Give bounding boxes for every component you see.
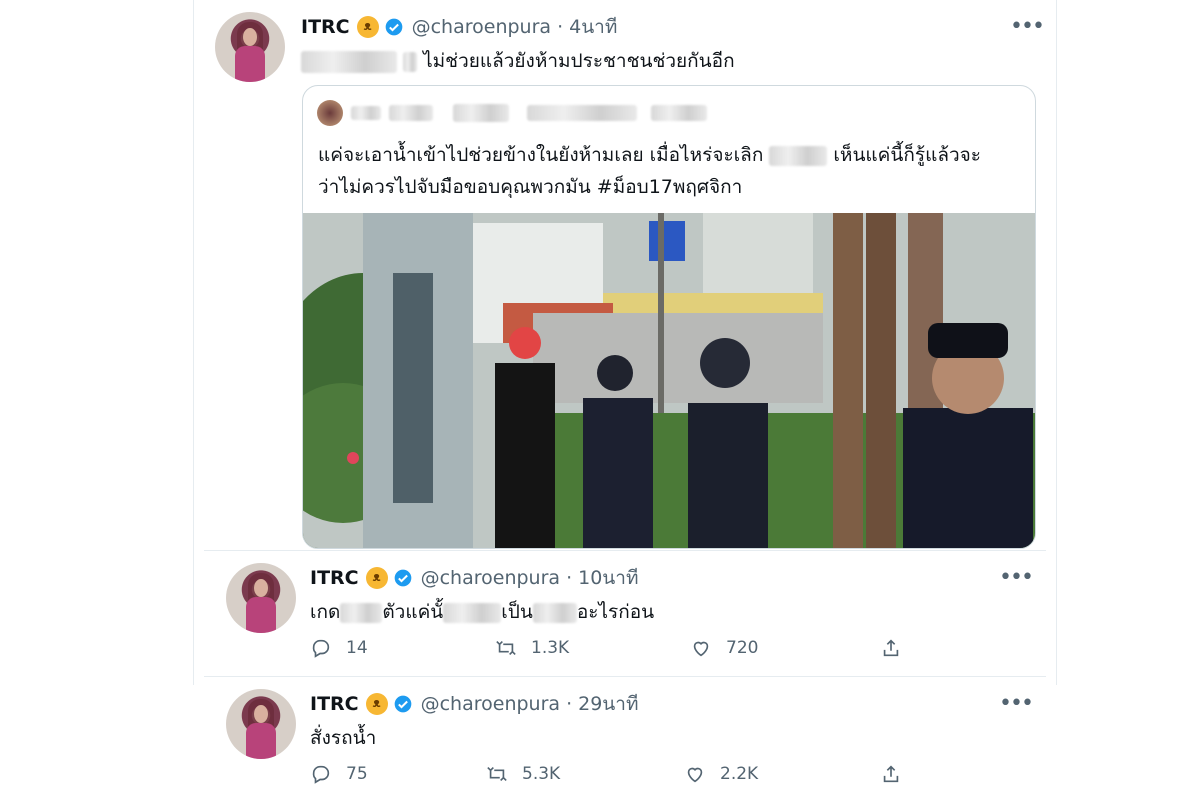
user-handle[interactable]: @charoenpura bbox=[421, 567, 560, 589]
redacted-text bbox=[403, 51, 418, 72]
more-icon[interactable]: ••• bbox=[999, 567, 1034, 589]
like-button[interactable]: 720 bbox=[690, 637, 880, 659]
share-icon bbox=[883, 765, 899, 783]
user-handle[interactable]: @charoenpura bbox=[412, 16, 551, 38]
photo-scene bbox=[303, 213, 1035, 548]
avatar[interactable] bbox=[215, 12, 285, 82]
tweet-text-part: เกด bbox=[310, 601, 341, 623]
avatar-body bbox=[235, 46, 265, 82]
quoted-avatar bbox=[317, 100, 343, 126]
avatar-face bbox=[254, 705, 268, 723]
tweet-text: สั่งรถน้ำ bbox=[310, 727, 377, 749]
devil-emoji-icon: ᴥ bbox=[365, 567, 388, 589]
separator-dot: · bbox=[566, 693, 573, 715]
devil-emoji-icon: ᴥ bbox=[365, 693, 388, 715]
like-count: 720 bbox=[726, 638, 759, 658]
retweet-button[interactable]: 5.3K bbox=[486, 763, 684, 785]
redacted-text bbox=[527, 105, 637, 121]
redacted-text bbox=[340, 602, 383, 623]
tweet-3[interactable]: ITRC ᴥ @charoenpura · 29นาที ••• สั่งรถน… bbox=[204, 677, 1046, 800]
timestamp[interactable]: 4นาที bbox=[569, 12, 617, 42]
quoted-tweet-line-2: ว่าไม่ควรไปจับมือขอบคุณพวกมัน #ม็อบ17พฤศ… bbox=[318, 176, 743, 198]
tweet-text-part: อะไรก่อน bbox=[576, 601, 655, 623]
verified-badge-icon bbox=[394, 569, 411, 587]
reply-icon bbox=[312, 765, 330, 784]
avatar-body bbox=[246, 723, 276, 759]
retweet-count: 5.3K bbox=[522, 764, 561, 784]
avatar[interactable] bbox=[226, 689, 296, 759]
avatar-face bbox=[254, 579, 268, 597]
tweet-photo[interactable] bbox=[303, 213, 1035, 548]
redacted-text bbox=[443, 602, 502, 623]
retweet-button[interactable]: 1.3K bbox=[495, 637, 690, 659]
retweet-icon bbox=[487, 766, 507, 782]
user-handle[interactable]: @charoenpura bbox=[421, 693, 560, 715]
redacted-text bbox=[532, 602, 577, 623]
separator-dot: · bbox=[557, 16, 564, 38]
reply-button[interactable]: 75 bbox=[310, 763, 486, 785]
redacted-text bbox=[453, 104, 509, 122]
quoted-text-part: แค่จะเอาน้ำเข้าไปช่วยข้างในยังห้ามเลย เม… bbox=[318, 144, 764, 166]
timestamp[interactable]: 29นาที bbox=[578, 689, 638, 719]
timestamp[interactable]: 10นาที bbox=[578, 563, 638, 593]
redacted-text bbox=[301, 50, 397, 73]
tweet-text-part: ตัวแค่นั้ bbox=[382, 601, 444, 623]
avatar[interactable] bbox=[226, 563, 296, 633]
avatar-body bbox=[246, 597, 276, 633]
redacted-text bbox=[769, 145, 828, 166]
avatar-face bbox=[243, 28, 257, 46]
retweet-count: 1.3K bbox=[531, 638, 570, 658]
display-name[interactable]: ITRC bbox=[301, 16, 350, 38]
redacted-text bbox=[351, 106, 381, 120]
like-count: 2.2K bbox=[720, 764, 759, 784]
devil-emoji-icon: ᴥ bbox=[356, 16, 379, 38]
tweet-header: ITRC ᴥ @charoenpura · 4นาที bbox=[301, 14, 617, 40]
tweet-text-content: ไม่ช่วยแล้วยังห้ามประชาชนช่วยกันอีก bbox=[423, 50, 735, 72]
redacted-text bbox=[651, 105, 707, 121]
verified-badge-icon bbox=[385, 18, 402, 36]
like-button[interactable]: 2.2K bbox=[684, 763, 880, 785]
quoted-tweet-line-1: แค่จะเอาน้ำเข้าไปช่วยข้างในยังห้ามเลย เม… bbox=[318, 140, 981, 170]
display-name[interactable]: ITRC bbox=[310, 567, 359, 589]
quoted-tweet[interactable]: แค่จะเอาน้ำเข้าไปช่วยข้างในยังห้ามเลย เม… bbox=[302, 85, 1036, 549]
like-icon bbox=[687, 767, 703, 783]
reply-button[interactable]: 14 bbox=[310, 637, 495, 659]
more-icon[interactable]: ••• bbox=[999, 693, 1034, 715]
share-button[interactable] bbox=[880, 763, 902, 785]
tweet-2[interactable]: ITRC ᴥ @charoenpura · 10นาที ••• เกด ตัวแ… bbox=[204, 550, 1046, 675]
share-icon bbox=[883, 639, 899, 657]
separator-dot: · bbox=[566, 567, 573, 589]
tweet-header: ITRC ᴥ @charoenpura · 10นาที bbox=[310, 565, 638, 591]
more-icon[interactable]: ••• bbox=[1010, 16, 1045, 38]
retweet-icon bbox=[496, 640, 516, 656]
quoted-tweet-header bbox=[317, 100, 707, 126]
display-name[interactable]: ITRC bbox=[310, 693, 359, 715]
tweet-text-part: เป็น bbox=[501, 601, 533, 623]
reply-icon bbox=[312, 639, 330, 658]
reply-count: 14 bbox=[346, 638, 368, 658]
reply-count: 75 bbox=[346, 764, 368, 784]
tweet-actions: 75 5.3K 2.2K bbox=[310, 763, 902, 785]
tweet-actions: 14 1.3K 720 bbox=[310, 637, 902, 659]
feed-border-right bbox=[1056, 0, 1057, 685]
share-button[interactable] bbox=[880, 637, 902, 659]
verified-badge-icon bbox=[394, 695, 411, 713]
tweet-text: ไม่ช่วยแล้วยังห้ามประชาชนช่วยกันอีก bbox=[301, 46, 735, 76]
like-icon bbox=[693, 641, 709, 657]
quoted-text-part: เห็นแค่นี้ก็รู้แล้วจะ bbox=[833, 144, 981, 166]
tweet-text: เกด ตัวแค่นั้ เป็น อะไรก่อน bbox=[310, 597, 654, 627]
tweet-header: ITRC ᴥ @charoenpura · 29นาที bbox=[310, 691, 638, 717]
redacted-text bbox=[389, 105, 433, 121]
